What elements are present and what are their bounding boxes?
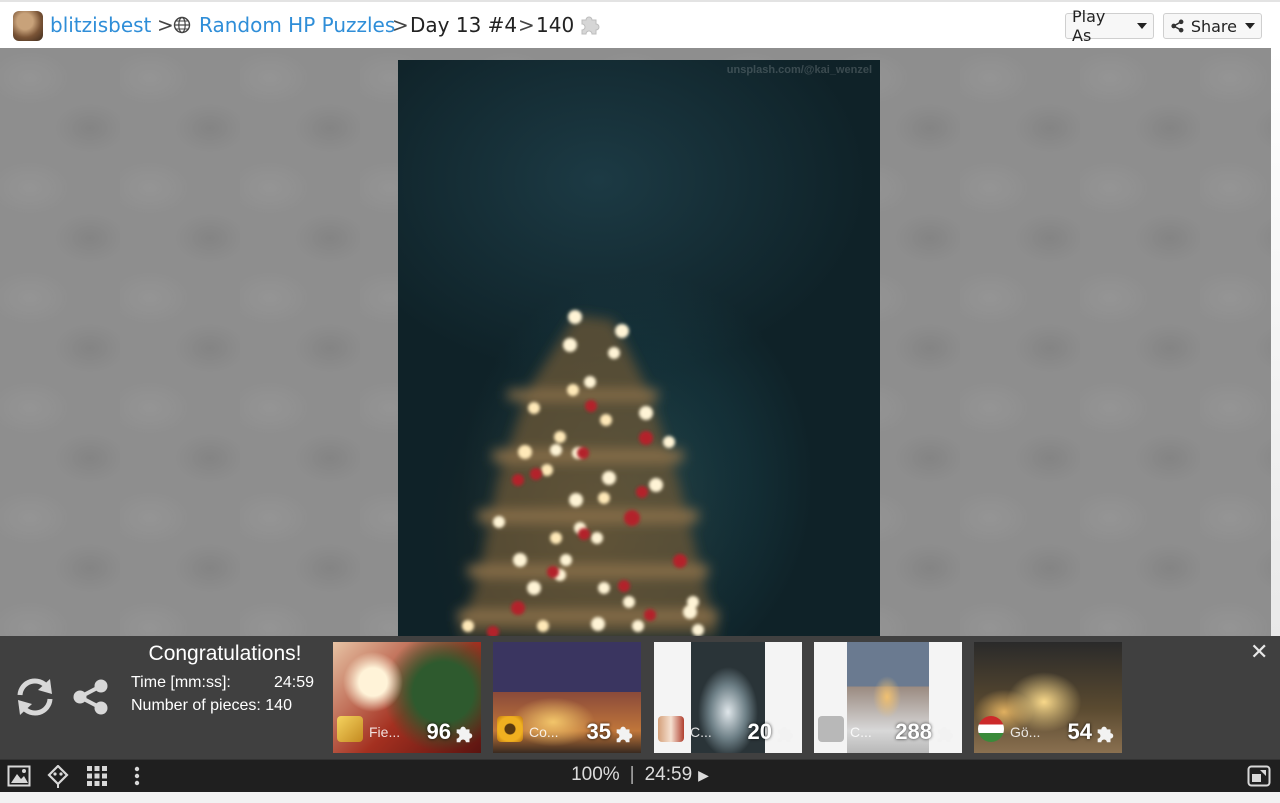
christmas-tree-image	[418, 300, 758, 636]
suggestion-name: C...	[690, 724, 712, 740]
suggestion-piece-count: 20	[747, 719, 772, 744]
status-divider: |	[629, 764, 635, 785]
puzzle-piece-icon	[1097, 726, 1114, 743]
author-badge	[658, 716, 684, 742]
suggestion-piece-count: 35	[586, 719, 611, 744]
fullscreen-icon[interactable]	[1247, 765, 1271, 787]
suggestion-name: Fie...	[369, 724, 401, 740]
puzzle-piece-icon	[581, 16, 600, 35]
caret-down-icon	[1137, 23, 1147, 29]
suggestion-piece-count: 288	[895, 719, 932, 744]
completed-puzzle-image[interactable]: unsplash.com/@kai_wenzel	[398, 60, 880, 636]
breadcrumb-collection[interactable]: Random HP Puzzles	[199, 12, 395, 38]
play-as-label: Play As	[1072, 7, 1106, 45]
congratulations-title: Congratulations!	[148, 642, 302, 665]
globe-icon	[173, 16, 191, 34]
breadcrumb-separator: >	[392, 13, 409, 37]
board-edge	[1271, 48, 1280, 636]
puzzle-piece-icon	[456, 726, 473, 743]
puzzle-piece-icon	[937, 726, 954, 743]
suggested-puzzle[interactable]: Co... 35	[493, 642, 641, 753]
share-icon	[1171, 19, 1184, 33]
suggestion-piece-count: 54	[1067, 719, 1092, 744]
close-icon[interactable]: ✕	[1250, 642, 1268, 664]
suggested-puzzle[interactable]: C... 288	[814, 642, 962, 753]
breadcrumb-separator: >	[518, 13, 535, 37]
caret-down-icon	[1245, 23, 1255, 29]
author-badge	[978, 716, 1004, 742]
timer[interactable]: 24:59	[645, 764, 693, 785]
author-badge	[497, 716, 523, 742]
zoom-level[interactable]: 100%	[571, 764, 620, 785]
breadcrumb-user[interactable]: blitzisbest	[50, 12, 151, 38]
puzzle-piece-icon	[777, 726, 794, 743]
share-label: Share	[1190, 16, 1237, 36]
suggested-puzzle[interactable]: Gö... 54	[974, 642, 1122, 753]
status-display: 100% | 24:59 ▶	[0, 764, 1280, 786]
top-bar: blitzisbest > Random HP Puzzles > Day 13…	[0, 0, 1280, 48]
time-label: Time [mm:ss]:	[131, 674, 231, 691]
time-value: 24:59	[274, 674, 315, 691]
breadcrumb-separator: >	[157, 13, 174, 37]
piece-count: 140	[536, 13, 575, 37]
author-badge	[337, 716, 363, 742]
pieces-label: Number of pieces: 140	[131, 697, 292, 714]
suggestion-piece-count: 96	[426, 719, 451, 744]
user-avatar[interactable]	[13, 11, 43, 41]
play-icon[interactable]: ▶	[698, 767, 709, 783]
puzzle-piece-icon	[616, 726, 633, 743]
suggested-puzzle[interactable]: Fie... 96	[333, 642, 481, 753]
play-as-button[interactable]: Play As	[1065, 7, 1154, 45]
share-icon[interactable]	[72, 678, 110, 716]
share-button[interactable]: Share	[1163, 13, 1262, 39]
suggestion-name: C...	[850, 724, 872, 740]
refresh-icon[interactable]	[14, 677, 56, 717]
suggestion-name: Co...	[529, 724, 559, 740]
author-badge	[818, 716, 844, 742]
page-bottom-strip	[0, 792, 1280, 803]
suggestion-name: Gö...	[1010, 724, 1041, 740]
puzzle-title: Day 13 #4	[410, 13, 518, 37]
suggested-puzzle[interactable]: C... 20	[654, 642, 802, 753]
